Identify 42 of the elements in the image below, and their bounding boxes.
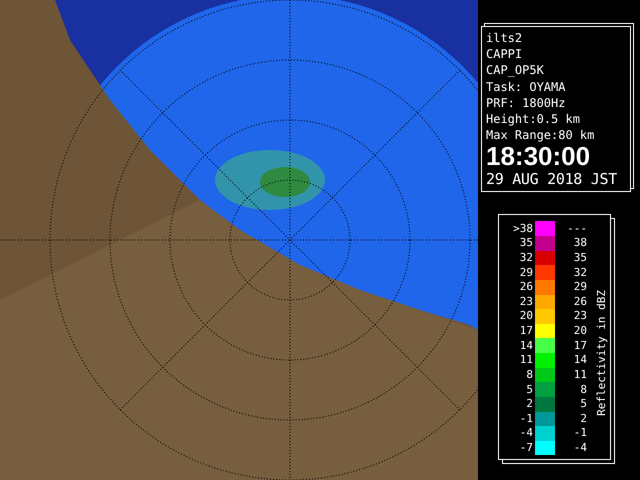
legend-low-value: -1 <box>518 412 534 425</box>
legend-high-value: 8 <box>579 384 588 396</box>
legend-high-value: 17 <box>572 340 588 352</box>
info-line: CAP_OP5K <box>486 62 545 79</box>
legend-high-value: -4 <box>572 442 588 454</box>
legend-low-value: >38 <box>512 222 534 235</box>
legend-high-value: 26 <box>572 296 588 308</box>
legend-high-value: -1 <box>572 427 588 440</box>
legend-high-value: 38 <box>572 237 588 250</box>
legend-low-value: 29 <box>518 266 534 279</box>
info-line: Task: OYAMA <box>486 78 566 95</box>
legend-low-value: 5 <box>525 384 534 396</box>
legend-high-value: --- <box>566 222 588 235</box>
legend-high-value: 11 <box>572 368 588 381</box>
legend-high-value: 32 <box>572 266 588 279</box>
date-label: 29 AUG 2018 JST <box>486 169 618 190</box>
legend-title: Reflectivity in dBZ <box>595 290 608 416</box>
info-line: ilts2 <box>486 30 524 46</box>
legend-low-value: 2 <box>525 398 534 410</box>
legend-low-value: 35 <box>518 237 534 250</box>
legend-low-value: 11 <box>518 354 534 366</box>
legend-high-value: 20 <box>572 325 588 338</box>
legend-low-value: 20 <box>518 310 534 322</box>
legend-high-value: 14 <box>572 354 588 366</box>
legend-high-value: 29 <box>572 281 588 294</box>
legend-low-value: 8 <box>525 368 534 381</box>
legend-low-value: 14 <box>518 340 534 352</box>
info-line: Height:0.5 km <box>486 111 581 128</box>
legend-low-value: -4 <box>518 427 534 440</box>
legend-low-value: 32 <box>518 252 534 264</box>
legend-low-value: 17 <box>518 325 534 338</box>
legend-low-value: -7 <box>518 442 534 454</box>
info-line: CAPPI <box>486 46 524 62</box>
legend-low-value: 26 <box>518 281 534 294</box>
info-line: PRF: 1800Hz <box>486 94 566 112</box>
legend-low-value: 23 <box>518 296 534 308</box>
legend-high-value: 5 <box>579 398 588 410</box>
legend-high-value: 23 <box>572 310 588 322</box>
time-label: 18:30:00 <box>486 143 592 170</box>
info-line: Max Range:80 km <box>486 127 596 144</box>
legend-high-value: 35 <box>572 252 588 264</box>
legend-high-value: 2 <box>579 412 588 425</box>
